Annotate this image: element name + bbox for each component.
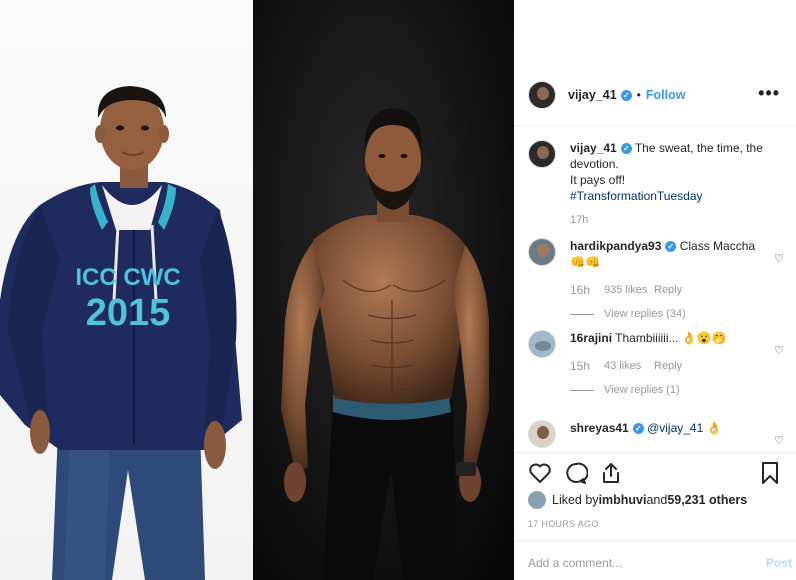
comments-divider [514, 452, 796, 453]
comment-item: 16rajini Thambiiiiii... 👌😮🤭 15h 43 likes… [528, 330, 790, 420]
separator-dot: • [636, 88, 641, 102]
like-comment-heart-icon[interactable]: ♡ [774, 252, 784, 265]
comment-likes[interactable]: 43 likes [604, 358, 654, 374]
before-photo: ICC CWC 2015 [0, 0, 253, 580]
comment-body: hardikpandya93 ✓ Class Maccha 👊👊 16h 935 … [570, 238, 770, 330]
caption-text-line3: It pays off! [570, 173, 626, 187]
caption-avatar[interactable] [528, 140, 556, 168]
add-comment-bar: Add a comment... Post [528, 556, 792, 570]
author-avatar[interactable] [528, 81, 556, 109]
commenter-username[interactable]: 16rajini [570, 331, 612, 345]
caption-hashtag[interactable]: #TransformationTuesday [570, 188, 770, 204]
comment-bubble-icon[interactable] [564, 462, 589, 487]
caption-text-line2: devotion. [570, 157, 619, 171]
comment-emoji: 👊👊 [570, 255, 600, 269]
commenter-avatar[interactable] [528, 238, 556, 266]
like-heart-icon[interactable] [528, 462, 552, 487]
more-options-icon[interactable]: ••• [758, 80, 780, 110]
verified-icon: ✓ [620, 89, 632, 101]
comment-body: 16rajini Thambiiiiii... 👌😮🤭 15h 43 likes… [570, 330, 770, 420]
liked-by-user[interactable]: imbhuvi [599, 493, 647, 507]
comment-text: Class Maccha [679, 239, 756, 253]
comment-meta: 15h 43 likes Reply [570, 358, 770, 374]
comments-list[interactable]: vijay_41 ✓ The sweat, the time, the devot… [528, 140, 790, 450]
liked-by: Liked by imbhuvi and 59,231 others [528, 491, 747, 509]
after-photo-illustration [281, 108, 489, 580]
hoodie-text-top: ICC CWC [75, 264, 180, 291]
instagram-post-view: ICC CWC 2015 vijay_41 ✓ • Follow ••• vij… [0, 0, 796, 580]
comment-body: shreyas41 ✓ @vijay_41 👌 [570, 420, 770, 450]
liker-avatar[interactable] [528, 491, 546, 509]
caption-time[interactable]: 17h [570, 212, 770, 228]
header-divider [514, 125, 796, 126]
post-timestamp[interactable]: 17 HOURS AGO [528, 519, 599, 529]
view-replies-button[interactable]: View replies (1) [570, 382, 770, 398]
reply-button[interactable]: Reply [654, 358, 682, 374]
comment-text: Thambiiiiii... [615, 331, 679, 345]
action-bar [528, 461, 794, 487]
before-photo-illustration: ICC CWC 2015 [0, 86, 242, 580]
commenter-username[interactable]: hardikpandya93 [570, 239, 661, 253]
comment-item: shreyas41 ✓ @vijay_41 👌 ♡ [528, 420, 790, 450]
liked-by-middle: and [646, 493, 668, 507]
liked-by-count[interactable]: 59,231 others [667, 493, 747, 507]
follow-button[interactable]: Follow [646, 88, 686, 102]
add-comment-divider [514, 540, 796, 541]
comment-input[interactable]: Add a comment... [528, 556, 622, 570]
comment-time[interactable]: 15h [570, 358, 596, 374]
post-header: vijay_41 ✓ • Follow ••• [528, 80, 796, 110]
reply-button[interactable]: Reply [654, 282, 682, 298]
verified-icon: ✓ [632, 423, 644, 434]
caption-text-line1: The sweat, the time, the [634, 141, 763, 155]
comment-item: hardikpandya93 ✓ Class Maccha 👊👊 16h 935 … [528, 238, 790, 330]
comment-likes[interactable]: 935 likes [604, 282, 654, 298]
verified-icon: ✓ [665, 241, 677, 252]
comment-time[interactable]: 16h [570, 282, 596, 298]
author-username[interactable]: vijay_41 [568, 88, 617, 102]
liked-by-prefix: Liked by [552, 493, 599, 507]
like-comment-heart-icon[interactable]: ♡ [774, 344, 784, 357]
save-bookmark-icon[interactable] [760, 461, 780, 488]
verified-icon: ✓ [620, 143, 632, 154]
comment-meta: 16h 935 likes Reply [570, 282, 770, 298]
commenter-avatar[interactable] [528, 330, 556, 358]
comment-mention[interactable]: @vijay_41 [647, 421, 703, 435]
hoodie-text-year: 2015 [86, 292, 171, 334]
like-comment-heart-icon[interactable]: ♡ [774, 434, 784, 447]
after-photo [253, 0, 514, 580]
caption-body: vijay_41 ✓ The sweat, the time, the devot… [570, 140, 770, 238]
share-icon[interactable] [600, 462, 622, 487]
caption: vijay_41 ✓ The sweat, the time, the devot… [528, 140, 790, 238]
post-image[interactable]: ICC CWC 2015 [0, 0, 514, 580]
post-sidebar: vijay_41 ✓ • Follow ••• vijay_41 ✓ The sw… [514, 0, 796, 580]
commenter-avatar[interactable] [528, 420, 556, 448]
caption-username[interactable]: vijay_41 [570, 141, 617, 155]
comment-emoji: 👌 [706, 421, 722, 435]
comment-emoji: 👌😮🤭 [681, 331, 727, 345]
post-comment-button[interactable]: Post [766, 556, 792, 570]
commenter-username[interactable]: shreyas41 [570, 421, 629, 435]
view-replies-button[interactable]: View replies (34) [570, 306, 770, 322]
